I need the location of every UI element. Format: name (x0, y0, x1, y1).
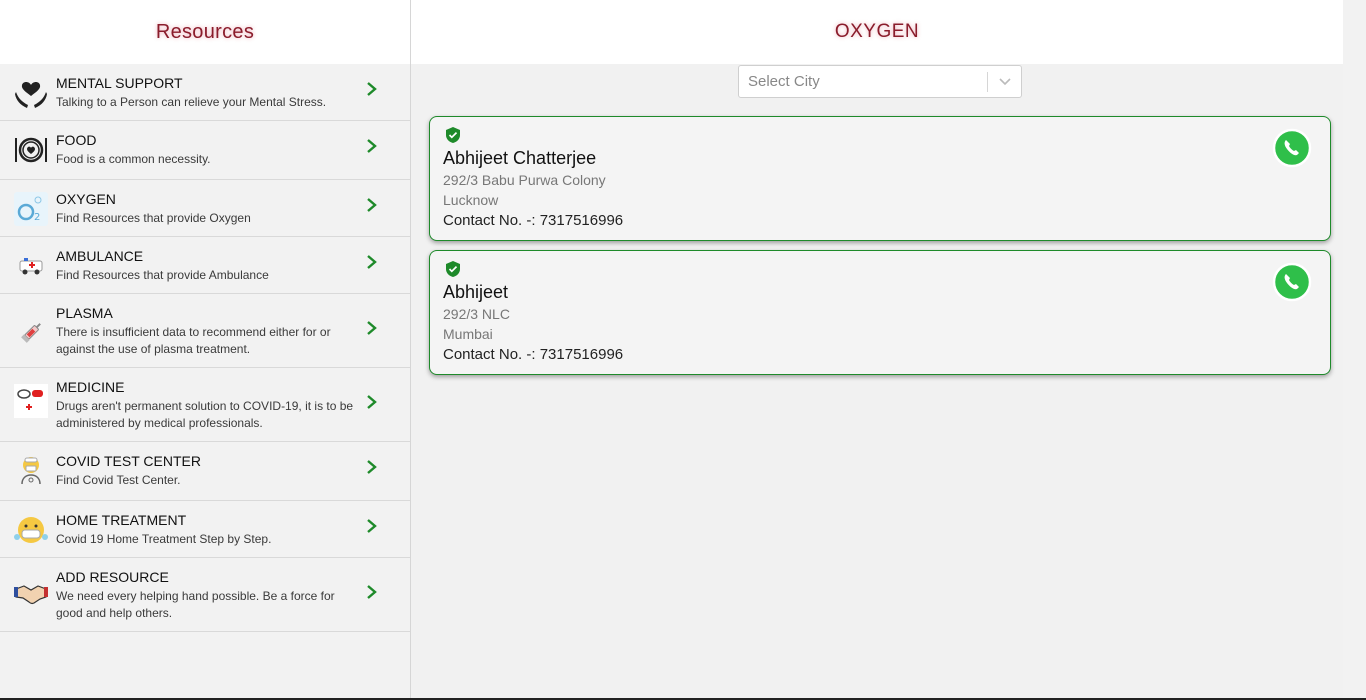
menu-item-description: Drugs aren't permanent solution to COVID… (56, 399, 354, 430)
provider-name: Abhijeet (443, 282, 509, 302)
menu-item-title: ADD RESOURCE (56, 569, 169, 585)
resource-card: Abhijeet 292/3 NLC Mumbai Contact No. -:… (429, 250, 1331, 375)
whatsapp-icon[interactable] (1271, 261, 1313, 303)
menu-item-title: MEDICINE (56, 379, 125, 395)
handshake-icon (14, 576, 48, 610)
doctor-icon (14, 454, 48, 488)
menu-item-title: OXYGEN (56, 191, 116, 207)
provider-city: Lucknow (443, 192, 499, 208)
sidebar-item-covid-test-center[interactable]: COVID TEST CENTER Find Covid Test Center… (0, 442, 410, 501)
menu-item-description: There is insufficient data to recommend … (56, 325, 331, 356)
chevron-right-icon (366, 254, 377, 269)
verified-shield-icon (445, 127, 461, 143)
provider-name: Abhijeet Chatterjee (443, 148, 597, 168)
menu-item-title: COVID TEST CENTER (56, 453, 201, 469)
sidebar-item-mental-support[interactable]: MENTAL SUPPORT Talking to a Person can r… (0, 64, 410, 121)
sidebar-header: Resources (0, 0, 410, 64)
syringe-icon (14, 316, 48, 350)
whatsapp-icon[interactable] (1271, 127, 1313, 169)
sidebar-item-oxygen[interactable]: 2 OXYGEN Find Resources that provide Oxy… (0, 180, 410, 237)
mask-face-icon (14, 513, 48, 547)
menu-item-title: MENTAL SUPPORT (56, 75, 183, 91)
resource-card: Abhijeet Chatterjee 292/3 Babu Purwa Col… (429, 116, 1331, 241)
chevron-right-icon (366, 394, 377, 409)
city-select-placeholder: Select City (748, 73, 820, 90)
svg-text:2: 2 (34, 212, 40, 223)
verified-shield-icon (445, 261, 461, 277)
right-margin (1343, 0, 1366, 698)
chevron-right-icon (366, 197, 377, 212)
page-title: OXYGEN (834, 21, 920, 42)
chevron-right-icon (366, 584, 377, 599)
hands-heart-icon (14, 76, 48, 110)
main-header: OXYGEN (411, 0, 1343, 64)
menu-item-description: We need every helping hand possible. Be … (56, 589, 335, 620)
sidebar-item-home-treatment[interactable]: HOME TREATMENT Covid 19 Home Treatment S… (0, 501, 410, 558)
menu-item-description: Food is a common necessity. (56, 152, 211, 166)
menu-item-description: Covid 19 Home Treatment Step by Step. (56, 532, 272, 546)
menu-item-title: HOME TREATMENT (56, 512, 187, 528)
sidebar-item-add-resource[interactable]: ADD RESOURCE We need every helping hand … (0, 558, 410, 632)
sidebar-item-food[interactable]: FOOD Food is a common necessity. (0, 121, 410, 180)
chevron-right-icon (366, 138, 377, 153)
menu-item-title: FOOD (56, 132, 97, 148)
plate-heart-icon (14, 133, 48, 167)
ambulance-icon (14, 249, 48, 283)
sidebar-item-plasma[interactable]: PLASMA There is insufficient data to rec… (0, 294, 410, 368)
sidebar-item-ambulance[interactable]: AMBULANCE Find Resources that provide Am… (0, 237, 410, 294)
chevron-down-icon[interactable] (988, 77, 1021, 87)
provider-contact: Contact No. -: 7317516996 (443, 346, 624, 363)
menu-item-description: Find Resources that provide Oxygen (56, 211, 251, 225)
menu-item-title: AMBULANCE (56, 248, 144, 264)
oxygen-icon: 2 (14, 192, 48, 226)
medicine-icon (14, 384, 48, 418)
sidebar-title: Resources (155, 20, 255, 43)
provider-address: 292/3 NLC (443, 306, 510, 322)
provider-contact: Contact No. -: 7317516996 (443, 212, 624, 229)
menu-item-description: Talking to a Person can relieve your Men… (56, 95, 327, 109)
sidebar-item-medicine[interactable]: MEDICINE Drugs aren't permanent solution… (0, 368, 410, 442)
provider-city: Mumbai (443, 326, 493, 342)
menu-item-description: Find Covid Test Center. (56, 473, 181, 487)
provider-address: 292/3 Babu Purwa Colony (443, 172, 606, 188)
menu-item-title: PLASMA (56, 305, 113, 321)
menu-item-description: Find Resources that provide Ambulance (56, 268, 269, 282)
chevron-right-icon (366, 81, 377, 96)
chevron-right-icon (366, 518, 377, 533)
resource-menu: MENTAL SUPPORT Talking to a Person can r… (0, 64, 410, 632)
chevron-right-icon (366, 320, 377, 335)
city-select[interactable]: Select City (738, 65, 1022, 98)
chevron-right-icon (366, 459, 377, 474)
sidebar: Resources MENTAL SUPPORT Talking to a Pe… (0, 0, 411, 698)
